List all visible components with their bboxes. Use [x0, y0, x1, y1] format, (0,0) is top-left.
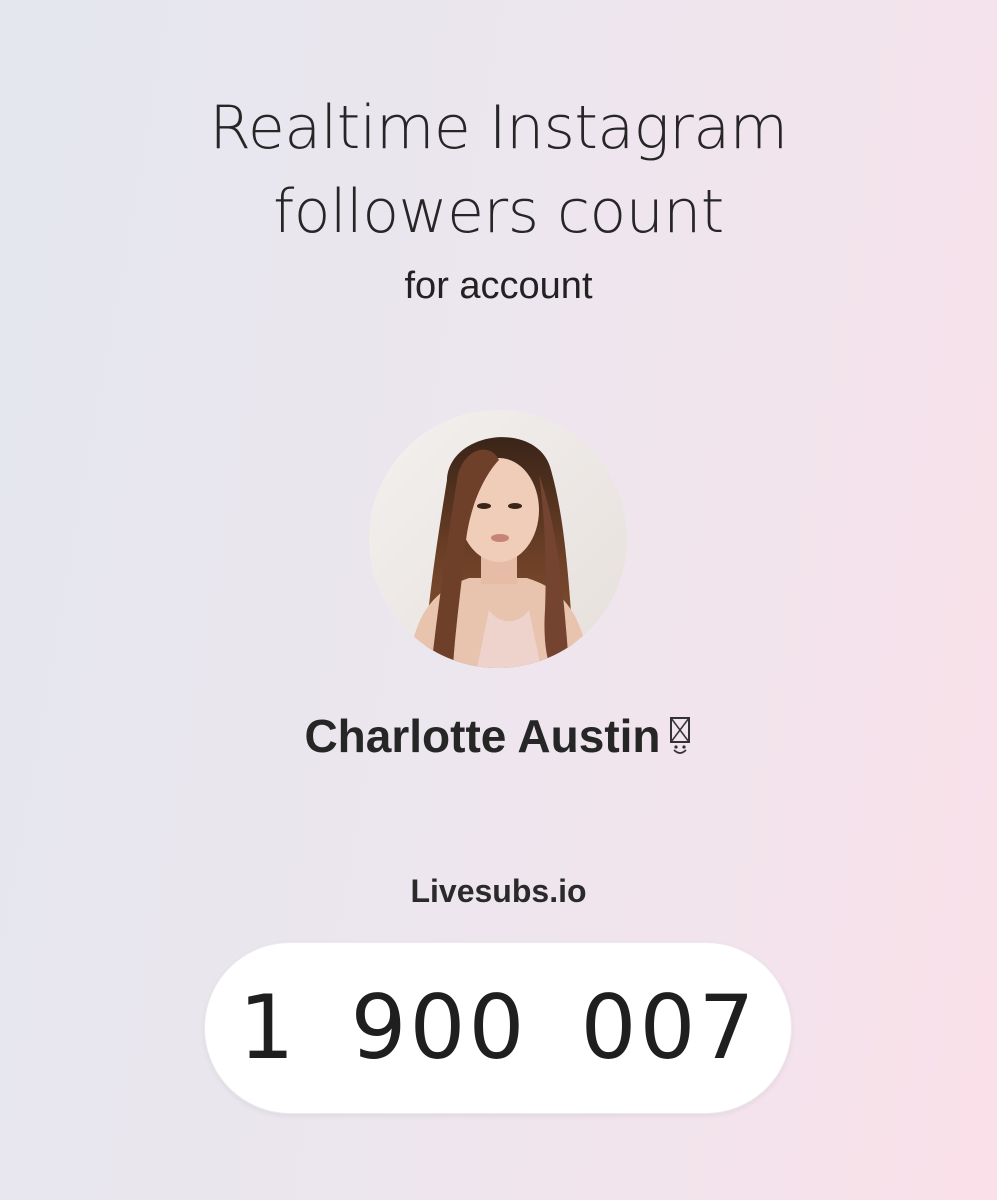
account-name-text: Charlotte Austin — [304, 710, 661, 762]
page-title-line2: followers count — [273, 177, 724, 247]
missing-glyph-icon — [669, 712, 693, 754]
brand-label[interactable]: Livesubs.io — [0, 870, 997, 912]
page: Realtime Instagram followers count for a… — [0, 0, 997, 1200]
page-subtitle: for account — [404, 265, 593, 307]
follower-counter: 1 900 007 — [204, 942, 792, 1114]
follower-count: 1 900 007 — [238, 976, 758, 1079]
page-title: Realtime Instagram followers count — [0, 86, 997, 254]
account-name: Charlotte Austin — [0, 708, 997, 764]
avatar — [369, 410, 627, 668]
profile-photo-icon — [369, 410, 627, 668]
page-title-line1: Realtime Instagram — [209, 93, 788, 163]
